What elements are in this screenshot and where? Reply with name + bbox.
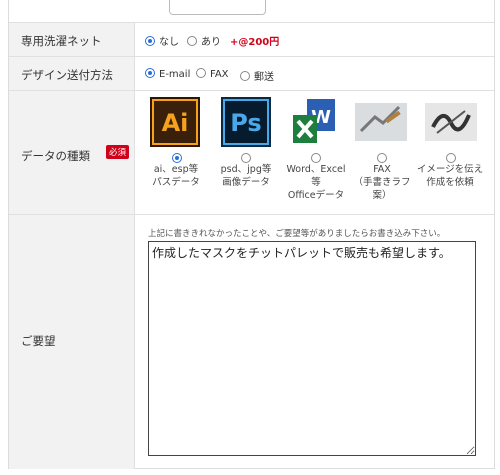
design-send-option-fax[interactable]: FAX <box>196 68 229 80</box>
request-textarea[interactable]: 作成したマスクをチットパレットで販売も希望します。 <box>148 241 476 456</box>
svg-text:Ps: Ps <box>230 109 261 137</box>
order-form: 専用洗濯ネット なし あり +@200円 デザイン送付方法 E-mail FAX… <box>8 0 495 469</box>
fax-handdrawn-icon[interactable] <box>355 97 407 147</box>
design-send-label: デザイン送付方法 <box>21 68 113 82</box>
radio-selected-icon[interactable] <box>145 36 155 46</box>
label-cell: 専用洗濯ネット <box>9 23 135 56</box>
design-send-option-email[interactable]: E-mail <box>145 68 190 80</box>
design-send-option-post[interactable]: 郵送 <box>240 68 274 83</box>
data-type-radio-fax[interactable] <box>377 153 387 163</box>
data-type-radio-office[interactable] <box>311 153 321 163</box>
data-type-caption-request: イメージを伝え 作成を依頼 <box>416 164 484 188</box>
radio-icon[interactable] <box>240 71 250 81</box>
value-cell: E-mail FAX 郵送 <box>135 57 494 90</box>
radio-icon[interactable] <box>187 36 197 46</box>
data-type-radio-image[interactable] <box>241 153 251 163</box>
svg-text:Ai: Ai <box>162 109 189 137</box>
data-type-caption-ai: ai、esp等 パスデータ <box>152 164 200 188</box>
request-label: ご要望 <box>21 334 56 348</box>
value-cell: なし あり +@200円 <box>135 23 494 56</box>
data-type-label: データの種類 <box>21 149 90 163</box>
data-type-radio-request[interactable] <box>446 153 456 163</box>
data-type-radio-ai[interactable] <box>172 153 182 163</box>
request-design-icon[interactable] <box>425 97 477 147</box>
laundry-net-option-yes[interactable]: あり <box>187 33 221 48</box>
required-badge: 必須 <box>106 145 130 159</box>
row-laundry-net: 専用洗濯ネット なし あり +@200円 <box>9 22 494 56</box>
row-design-send: デザイン送付方法 E-mail FAX 郵送 <box>9 56 494 90</box>
laundry-net-option-none[interactable]: なし <box>145 33 179 48</box>
photoshop-icon[interactable]: Ps <box>221 97 271 147</box>
illustrator-icon[interactable]: Ai <box>150 97 200 147</box>
label-cell: ご要望 <box>9 215 135 469</box>
laundry-net-label: 専用洗濯ネット <box>21 34 102 48</box>
office-icon[interactable]: W <box>289 97 339 147</box>
previous-field-box[interactable] <box>169 0 266 15</box>
price-text: +@200円 <box>230 37 280 48</box>
label-cell: デザイン送付方法 <box>9 57 135 90</box>
radio-selected-icon[interactable] <box>145 68 155 78</box>
data-type-caption-image: psd、jpg等 画像データ <box>220 164 272 188</box>
radio-icon[interactable] <box>196 68 206 78</box>
request-hint: 上記に書ききれなかったことや、ご要望等がありましたらお書き込み下さい。 <box>148 229 446 239</box>
label-cell: データの種類 必須 <box>9 91 135 214</box>
data-type-caption-fax: FAX （手書きラフ 案） <box>353 164 411 201</box>
